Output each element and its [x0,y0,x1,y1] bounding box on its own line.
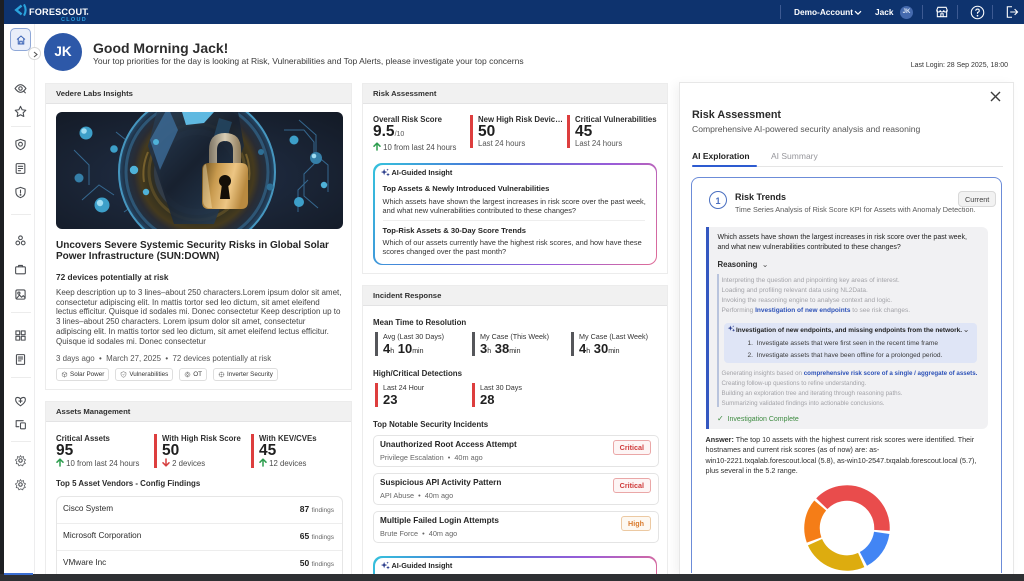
svg-text:CLOUD: CLOUD [61,17,87,22]
svg-text:FORESCOUT: FORESCOUT [29,7,88,17]
